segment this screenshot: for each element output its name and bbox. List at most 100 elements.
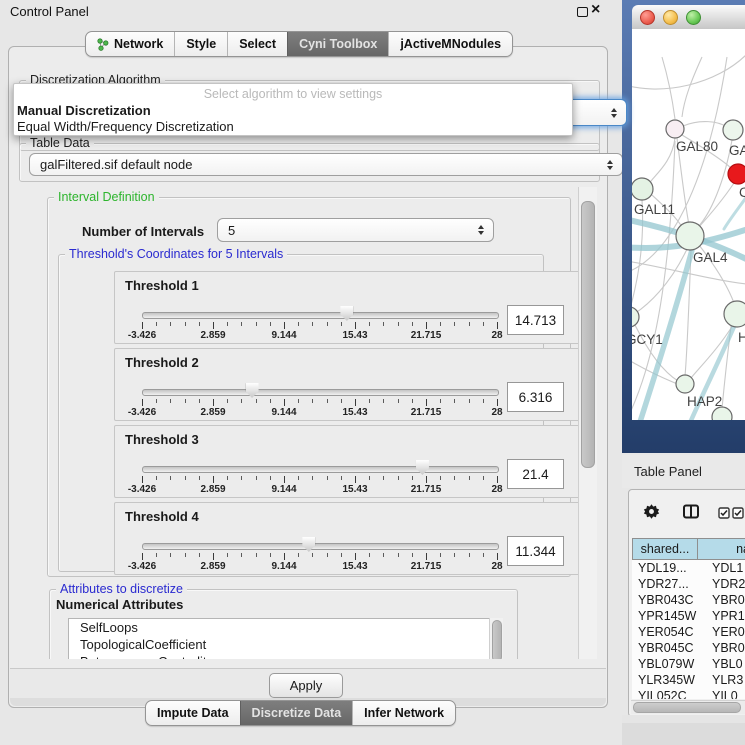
slider-tick [227, 399, 228, 403]
close-traffic-light-icon[interactable] [640, 10, 655, 25]
checkbox-checked-icon[interactable] [718, 507, 730, 519]
slider-tick [284, 476, 285, 483]
threshold-value-field[interactable]: 6.316 [507, 382, 564, 412]
slider-tick [412, 553, 413, 557]
tab-network[interactable]: Network [86, 32, 174, 56]
numerical-attributes-list[interactable]: SelfLoopsTopologicalCoefficientBetweenne… [68, 618, 491, 659]
slider-tick-label: 9.144 [271, 407, 296, 418]
network-node-gal80[interactable] [666, 120, 684, 138]
table-row[interactable]: YLR345WYLR3 [632, 672, 745, 688]
slider-tick-label: 2.859 [200, 561, 225, 572]
combo-arrows-icon [607, 160, 613, 170]
table-panel: shared... na YDL19...YDL1YDR27...YDR2YBR… [628, 489, 745, 717]
table-row[interactable]: YBL079WYBL0 [632, 656, 745, 672]
gear-icon[interactable] [643, 503, 660, 520]
bottom-tab-bar: Impute DataDiscretize DataInfer Network [145, 700, 456, 726]
table-panel-header: Table Panel [622, 455, 745, 488]
table-row[interactable]: YER054CYER0 [632, 624, 745, 640]
slider-tick [270, 399, 271, 403]
node-label-gcy1: GCY1 [632, 332, 663, 347]
table-data-combo[interactable]: galFiltered.sif default node [29, 153, 623, 176]
network-node-ga[interactable] [723, 120, 743, 140]
slider-tick [312, 322, 313, 326]
cell-shared-name: YBL079W [632, 656, 703, 672]
attribute-list-item[interactable]: SelfLoops [69, 619, 490, 636]
attribute-list-item[interactable]: TopologicalCoefficient [69, 636, 490, 653]
table-row[interactable]: YPR145WYPR1 [632, 608, 745, 624]
algorithm-option-manual[interactable]: Manual Discretization [17, 103, 151, 118]
algorithm-option-equal-width[interactable]: Equal Width/Frequency Discretization [17, 119, 234, 134]
attribute-list-item[interactable]: BetweennessCentrality [69, 653, 490, 659]
threshold-value-field[interactable]: 11.344 [507, 536, 564, 566]
network-node-gal4[interactable] [676, 222, 704, 250]
table-row[interactable]: YDR27...YDR2 [632, 576, 745, 592]
table-row[interactable]: YBR045CYBR0 [632, 640, 745, 656]
combo-arrows-icon [611, 108, 617, 118]
node-label-hap2: HAP2 [687, 394, 722, 409]
threshold-label: Threshold 2 [125, 355, 199, 370]
interval-definition-title: Interval Definition [54, 190, 159, 204]
slider-tick [270, 322, 271, 326]
cell-shared-name: YER054C [632, 624, 703, 640]
column-header-shared[interactable]: shared... [632, 538, 698, 560]
table-row[interactable]: YIL052CYIL0 [632, 688, 745, 699]
slider-tick-label: 15.43 [342, 330, 367, 341]
checkbox-checked-icon[interactable] [732, 507, 744, 519]
tab-select[interactable]: Select [227, 32, 287, 56]
threshold-value-field[interactable]: 21.4 [507, 459, 564, 489]
close-icon[interactable]: × [591, 1, 600, 19]
tab-cyni-toolbox[interactable]: Cyni Toolbox [287, 32, 388, 56]
tab-jactivemnodules[interactable]: jActiveMNodules [388, 32, 512, 56]
slider-tick [185, 322, 186, 326]
slider-tick [256, 476, 257, 480]
minimize-traffic-light-icon[interactable] [663, 10, 678, 25]
zoom-traffic-light-icon[interactable] [686, 10, 701, 25]
slider-tick [383, 322, 384, 326]
cell-name: YIL0 [703, 688, 738, 699]
network-canvas[interactable]: GAL80GACGAL11GAL4GCY1HHAP2 [632, 29, 745, 420]
slider-tick [298, 553, 299, 557]
settings-scrollbar-thumb[interactable] [581, 201, 595, 468]
table-row[interactable]: YDL19...YDL1 [632, 560, 745, 576]
column-header-name[interactable]: na [698, 538, 745, 560]
network-window-titlebar[interactable] [632, 5, 745, 30]
slider-tick [469, 553, 470, 557]
table-row[interactable]: YBR043CYBR0 [632, 592, 745, 608]
network-node-c[interactable] [728, 164, 745, 184]
slider-tick [341, 476, 342, 480]
undock-icon[interactable] [577, 7, 588, 17]
apply-button[interactable]: Apply [269, 673, 343, 698]
tab-discretize-data[interactable]: Discretize Data [240, 701, 353, 725]
slider-tick [369, 322, 370, 326]
threshold-slider-track[interactable] [142, 389, 499, 396]
network-node-gal11[interactable] [632, 178, 653, 200]
slider-tick [398, 553, 399, 557]
attributes-list-scrollbar[interactable] [489, 618, 503, 659]
network-node-h[interactable] [724, 301, 745, 327]
settings-scrollbar[interactable] [578, 187, 597, 659]
slider-tick [355, 553, 356, 560]
tab-impute-data[interactable]: Impute Data [146, 701, 240, 725]
slider-tick [398, 322, 399, 326]
cell-name: YBL0 [703, 656, 743, 672]
threshold-value-field[interactable]: 14.713 [507, 305, 564, 335]
slider-tick [355, 476, 356, 483]
table-data-combo-value: galFiltered.sif default node [40, 157, 192, 172]
table-rows[interactable]: YDL19...YDL1YDR27...YDR2YBR043CYBR0YPR14… [632, 560, 745, 699]
network-node-gcy1[interactable] [632, 307, 639, 327]
column-layout-icon[interactable] [682, 503, 700, 520]
threshold-slider-track[interactable] [142, 312, 499, 319]
threshold-slider-track[interactable] [142, 466, 499, 473]
number-of-intervals-combo[interactable]: 5 [217, 218, 494, 242]
slider-tick [483, 476, 484, 480]
algorithm-placeholder: Select algorithm to view settings [14, 87, 572, 101]
tab-style[interactable]: Style [174, 32, 227, 56]
threshold-slider-track[interactable] [142, 543, 499, 550]
network-node-hap2[interactable] [676, 375, 694, 393]
combo-arrows-icon [478, 225, 484, 235]
settings-scroll-region: Interval Definition Number of Intervals … [21, 187, 578, 659]
slider-tick [256, 399, 257, 403]
cell-shared-name: YPR145W [632, 608, 703, 624]
tab-infer-network[interactable]: Infer Network [352, 701, 455, 725]
table-horizontal-scrollbar[interactable] [631, 700, 745, 714]
